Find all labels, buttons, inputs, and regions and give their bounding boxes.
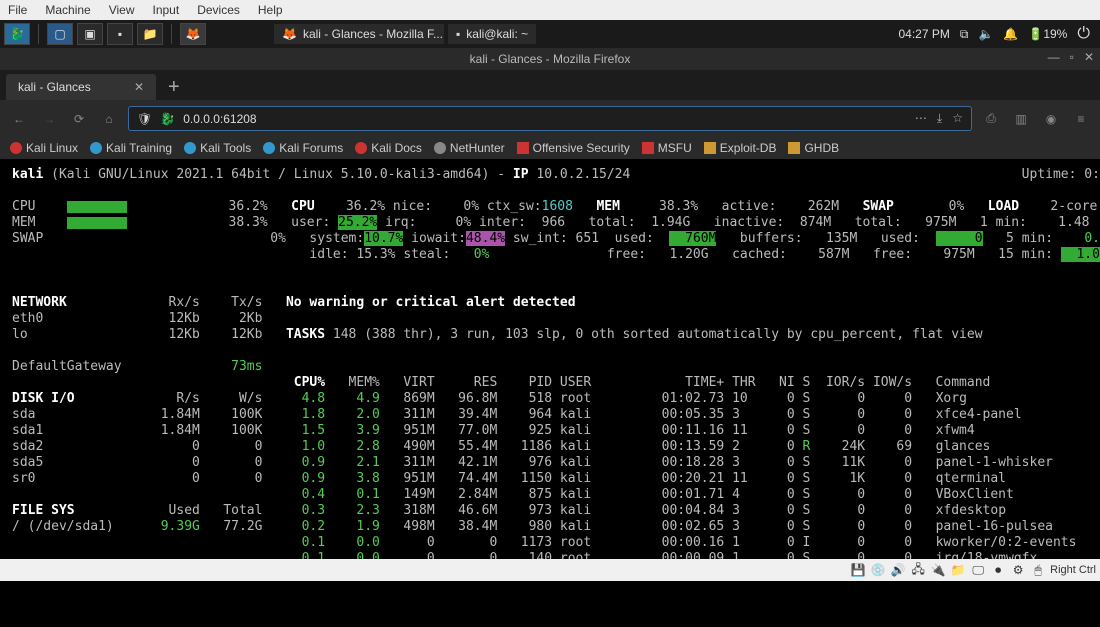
maximize-button[interactable]: ▫ — [1070, 50, 1074, 64]
minimize-button[interactable]: — — [1048, 50, 1060, 64]
page-actions-icon[interactable]: ⋯ — [915, 111, 927, 126]
bookmark-kali-tools[interactable]: Kali Tools — [184, 141, 251, 155]
bookmark-star-icon[interactable]: ☆ — [952, 111, 963, 126]
menu-view[interactable]: View — [109, 3, 135, 17]
notifications-icon[interactable]: 🔔 — [1003, 27, 1018, 41]
new-tab-button[interactable]: + — [162, 76, 186, 99]
menu-help[interactable]: Help — [258, 3, 283, 17]
vbox-cpu-icon[interactable]: ⚙ — [1010, 562, 1026, 578]
taskbar-item-firefox[interactable]: 🦊 kali - Glances - Mozilla F... — [274, 24, 444, 44]
system-tray: 04:27 PM ⧉ 🔈 🔔 🔋19% ⏻ — [899, 25, 1097, 43]
black-border — [0, 581, 1100, 627]
menu-input[interactable]: Input — [153, 3, 180, 17]
bookmark-ghdb[interactable]: GHDB — [788, 141, 839, 155]
tab-close-icon[interactable]: ✕ — [134, 80, 144, 94]
vbox-menu-bar: File Machine View Input Devices Help — [0, 0, 1100, 20]
site-info-icon[interactable]: 🐉 — [160, 112, 175, 126]
bookmark-kali-docs[interactable]: Kali Docs — [355, 141, 422, 155]
kali-logo-icon[interactable]: 🐉 — [4, 23, 30, 45]
bookmark-kali-linux[interactable]: Kali Linux — [10, 141, 78, 155]
bookmark-msfu[interactable]: MSFU — [642, 141, 692, 155]
account-icon[interactable]: ◉ — [1040, 112, 1062, 126]
bookmarks-toolbar: Kali Linux Kali Training Kali Tools Kali… — [0, 137, 1100, 159]
browser-tab-bar: kali - Glances ✕ + — [0, 70, 1100, 100]
vbox-audio-icon[interactable]: 🔊 — [890, 562, 906, 578]
panel-workspace-2[interactable]: ▣ — [77, 23, 103, 45]
audio-icon[interactable]: 🔈 — [978, 27, 993, 41]
menu-devices[interactable]: Devices — [197, 3, 240, 17]
vbox-display-icon[interactable]: 🖵 — [970, 562, 986, 578]
close-button[interactable]: ✕ — [1084, 50, 1094, 64]
menu-file[interactable]: File — [8, 3, 27, 17]
browser-toolbar: ← → ⟳ ⌂ 🛡 🐉 0.0.0.0:61208 ⋯ ⤓ ☆ ⎙ ▥ ◉ ≡ — [0, 100, 1100, 137]
vbox-network-icon[interactable]: 🖧 — [910, 562, 926, 578]
browser-tab[interactable]: kali - Glances ✕ — [6, 74, 156, 100]
bookmark-kali-training[interactable]: Kali Training — [90, 141, 172, 155]
shield-icon[interactable]: 🛡 — [137, 112, 152, 126]
vbox-host-key: Right Ctrl — [1050, 564, 1096, 576]
vbox-optical-icon[interactable]: 💿 — [870, 562, 886, 578]
display-icon[interactable]: ⧉ — [960, 27, 969, 42]
menu-machine[interactable]: Machine — [45, 3, 90, 17]
kali-top-panel: 🐉 ▢ ▣ ▪ 📁 🦊 🦊 kali - Glances - Mozilla F… — [0, 20, 1100, 48]
vbox-usb-icon[interactable]: 🔌 — [930, 562, 946, 578]
clock[interactable]: 04:27 PM — [899, 27, 950, 41]
window-title: kali - Glances - Mozilla Firefox — [470, 52, 631, 66]
bookmark-offensive-security[interactable]: Offensive Security — [517, 141, 630, 155]
panel-files-icon[interactable]: 📁 — [137, 23, 163, 45]
save-pocket-icon[interactable]: ⤓ — [937, 111, 942, 126]
vbox-shared-folder-icon[interactable]: 📁 — [950, 562, 966, 578]
taskbar-item-terminal[interactable]: ▪ kali@kali: ~ — [448, 24, 536, 44]
vbox-recording-icon[interactable]: ⏺ — [990, 562, 1006, 578]
bookmark-exploit-db[interactable]: Exploit-DB — [704, 141, 777, 155]
panel-firefox-icon[interactable]: 🦊 — [180, 23, 206, 45]
reload-button[interactable]: ⟳ — [68, 112, 90, 126]
url-text: 0.0.0.0:61208 — [183, 112, 256, 126]
forward-button[interactable]: → — [38, 112, 60, 126]
vbox-status-bar: 💾 💿 🔊 🖧 🔌 📁 🖵 ⏺ ⚙ 🖱 Right Ctrl — [0, 559, 1100, 581]
lock-icon[interactable]: ⏻ — [1077, 25, 1090, 43]
bookmark-kali-forums[interactable]: Kali Forums — [263, 141, 343, 155]
back-button[interactable]: ← — [8, 112, 30, 126]
bookmark-nethunter[interactable]: NetHunter — [434, 141, 505, 155]
sidebar-icon[interactable]: ▥ — [1010, 112, 1032, 126]
window-title-bar: kali - Glances - Mozilla Firefox — ▫ ✕ — [0, 48, 1100, 70]
glances-page: kali (Kali GNU/Linux 2021.1 64bit / Linu… — [0, 159, 1100, 559]
menu-icon[interactable]: ≡ — [1070, 112, 1092, 126]
vbox-hdd-icon[interactable]: 💾 — [850, 562, 866, 578]
panel-terminal-icon[interactable]: ▪ — [107, 23, 133, 45]
battery-icon[interactable]: 🔋19% — [1028, 27, 1067, 41]
address-bar[interactable]: 🛡 🐉 0.0.0.0:61208 ⋯ ⤓ ☆ — [128, 106, 972, 131]
panel-workspace-1[interactable]: ▢ — [47, 23, 73, 45]
vbox-mouse-icon[interactable]: 🖱 — [1030, 562, 1046, 578]
home-button[interactable]: ⌂ — [98, 112, 120, 126]
tab-label: kali - Glances — [18, 80, 91, 94]
library-icon[interactable]: ⎙ — [980, 111, 1002, 126]
